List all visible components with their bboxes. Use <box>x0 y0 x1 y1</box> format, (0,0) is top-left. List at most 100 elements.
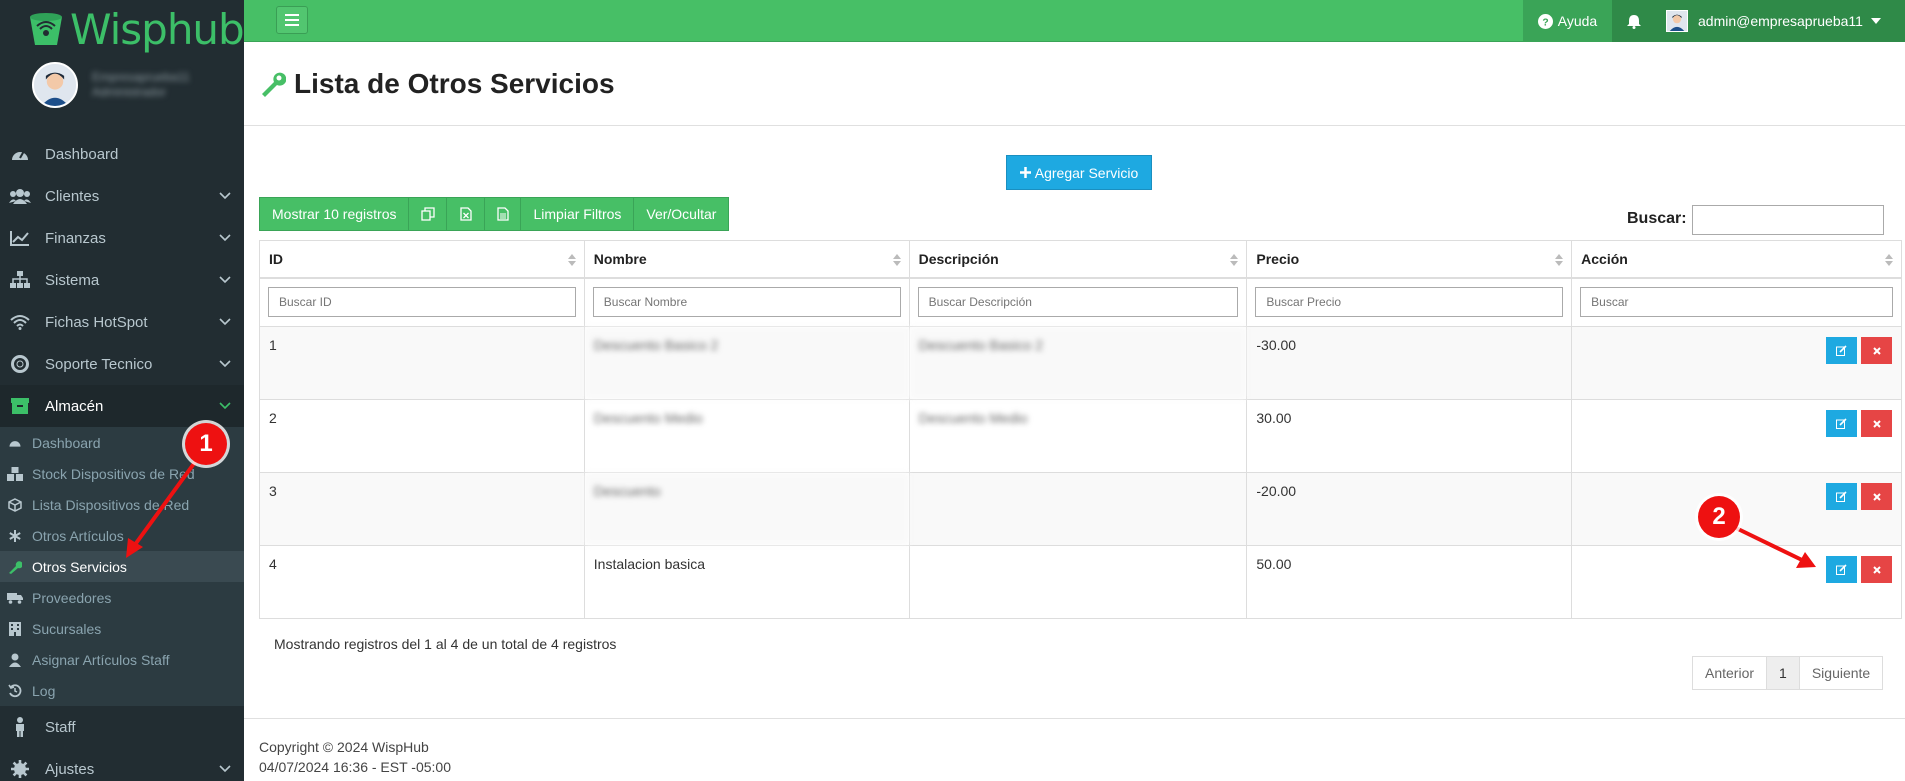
page-title-text: Lista de Otros Servicios <box>294 68 615 99</box>
help-link[interactable]: ? Ayuda <box>1523 0 1612 42</box>
delete-button[interactable] <box>1861 337 1892 364</box>
column-header-nombre[interactable]: Nombre <box>583 240 910 279</box>
svg-text:?: ? <box>1542 17 1548 28</box>
add-service-button[interactable]: Agregar Servicio <box>1006 155 1152 190</box>
submenu-item-sucursales[interactable]: Sucursales <box>0 613 244 644</box>
menu-item-staff[interactable]: Staff <box>0 706 244 748</box>
lifebuoy-icon <box>9 353 31 375</box>
menu-label: Staff <box>45 718 76 736</box>
sidebar: Wisphub Empresaprueba11 Administrador Da… <box>0 0 244 781</box>
sort-icon <box>1555 254 1564 266</box>
asterisk-icon <box>7 528 23 544</box>
menu-label: Fichas HotSpot <box>45 313 148 331</box>
submenu-item-otros-articulos[interactable]: Otros Artículos <box>0 520 244 551</box>
delete-button[interactable] <box>1861 556 1892 583</box>
sidebar-toggle-button[interactable] <box>276 6 308 34</box>
delete-button[interactable] <box>1861 483 1892 510</box>
user-menu-dropdown[interactable]: admin@empresaprueba11 <box>1656 0 1905 42</box>
filter-cell <box>583 277 910 327</box>
cell-precio: -30.00 <box>1246 326 1573 400</box>
pagination-next[interactable]: Siguiente <box>1799 657 1883 689</box>
submenu-item-proveedores[interactable]: Proveedores <box>0 582 244 613</box>
plus-icon <box>1019 167 1031 178</box>
dashboard-icon <box>9 143 31 165</box>
brand-logo[interactable]: Wisphub <box>0 0 244 58</box>
chevron-down-icon <box>219 402 231 410</box>
clear-filters-button[interactable]: Limpiar Filtros <box>521 198 635 230</box>
cell-descripcion <box>908 472 1248 546</box>
show-records-button[interactable]: Mostrar 10 registros <box>260 198 410 230</box>
page-title: Lista de Otros Servicios <box>260 68 615 100</box>
filter-precio-input[interactable] <box>1255 287 1564 318</box>
menu-item-soporte-tecnico[interactable]: Soporte Tecnico <box>0 343 244 385</box>
chevron-down-icon <box>219 276 231 284</box>
wrench-icon <box>262 72 286 97</box>
notifications-button[interactable] <box>1612 0 1656 42</box>
cell-id: 2 <box>259 399 585 473</box>
menu-item-dashboard[interactable]: Dashboard <box>0 133 244 175</box>
column-header-id[interactable]: ID <box>259 240 585 279</box>
submenu-label: Stock Dispositivos de Red <box>32 465 195 482</box>
search-input[interactable] <box>1692 205 1884 235</box>
delete-button[interactable] <box>1861 410 1892 437</box>
edit-icon <box>1836 345 1847 356</box>
menu-item-almacen[interactable]: Almacén <box>0 385 244 427</box>
cell-id: 1 <box>259 326 585 400</box>
column-header-precio[interactable]: Precio <box>1246 240 1573 279</box>
submenu-item-log[interactable]: Log <box>0 675 244 706</box>
cell-nombre: Descuento Medio <box>583 399 910 473</box>
column-label: Precio <box>1256 250 1300 267</box>
close-icon <box>1872 492 1881 501</box>
main-menu-lower: Staff Ajustes <box>0 706 244 781</box>
person-icon <box>9 716 31 738</box>
submenu-item-lista-dispositivos[interactable]: Lista Dispositivos de Red <box>0 489 244 520</box>
edit-button[interactable] <box>1826 337 1857 364</box>
file-text-icon <box>497 207 509 221</box>
annotation-marker-1: 1 <box>185 423 227 465</box>
main-menu: Dashboard Clientes Finanzas Sistema Fich… <box>0 133 244 427</box>
filter-nombre-input[interactable] <box>592 287 901 318</box>
cell-descripcion: Descuento Basico 2 <box>908 326 1248 400</box>
edit-button[interactable] <box>1826 483 1857 510</box>
submenu-item-otros-servicios[interactable]: Otros Servicios <box>0 551 244 582</box>
copy-button[interactable] <box>409 198 448 230</box>
file-excel-icon <box>460 207 472 221</box>
cell-accion <box>1571 545 1902 619</box>
filter-cell <box>908 277 1248 327</box>
filter-descripcion-input[interactable] <box>917 287 1239 318</box>
menu-item-ajustes[interactable]: Ajustes <box>0 748 244 781</box>
menu-item-sistema[interactable]: Sistema <box>0 259 244 301</box>
column-header-accion[interactable]: Acción <box>1571 240 1902 279</box>
toggle-columns-button[interactable]: Ver/Ocultar <box>634 198 729 230</box>
table-info: Mostrando registros del 1 al 4 de un tot… <box>274 636 617 652</box>
filter-id-input[interactable] <box>268 287 576 318</box>
export-excel-button[interactable] <box>447 198 486 230</box>
submenu-label: Asignar Artículos Staff <box>32 651 170 668</box>
almacen-submenu: Dashboard Stock Dispositivos de Red List… <box>0 427 244 706</box>
history-icon <box>7 683 23 699</box>
menu-label: Soporte Tecnico <box>45 355 153 373</box>
filter-row <box>259 277 1902 327</box>
menu-item-fichas-hotspot[interactable]: Fichas HotSpot <box>0 301 244 343</box>
close-icon <box>1872 346 1881 355</box>
column-label: Acción <box>1581 250 1628 267</box>
user-panel[interactable]: Empresaprueba11 Administrador <box>0 58 244 112</box>
menu-item-clientes[interactable]: Clientes <box>0 175 244 217</box>
menu-item-finanzas[interactable]: Finanzas <box>0 217 244 259</box>
edit-button[interactable] <box>1826 410 1857 437</box>
copyright-text: Copyright © 2024 WispHub <box>259 739 429 755</box>
gear-icon <box>9 758 31 780</box>
cell-id: 4 <box>259 545 585 619</box>
filter-accion-input[interactable] <box>1580 287 1893 318</box>
export-file-button[interactable] <box>485 198 522 230</box>
table-row: 4 Instalacion basica 50.00 <box>259 545 1902 619</box>
sort-icon <box>1230 254 1239 266</box>
submenu-item-asignar-articulos[interactable]: Asignar Artículos Staff <box>0 644 244 675</box>
pagination-page-1[interactable]: 1 <box>1767 657 1800 689</box>
cell-nombre: Descuento <box>583 472 910 546</box>
cell-descripcion <box>908 545 1248 619</box>
column-header-descripcion[interactable]: Descripción <box>908 240 1248 279</box>
help-label: Ayuda <box>1557 13 1598 29</box>
pagination-prev[interactable]: Anterior <box>1693 657 1768 689</box>
edit-button[interactable] <box>1826 556 1857 583</box>
